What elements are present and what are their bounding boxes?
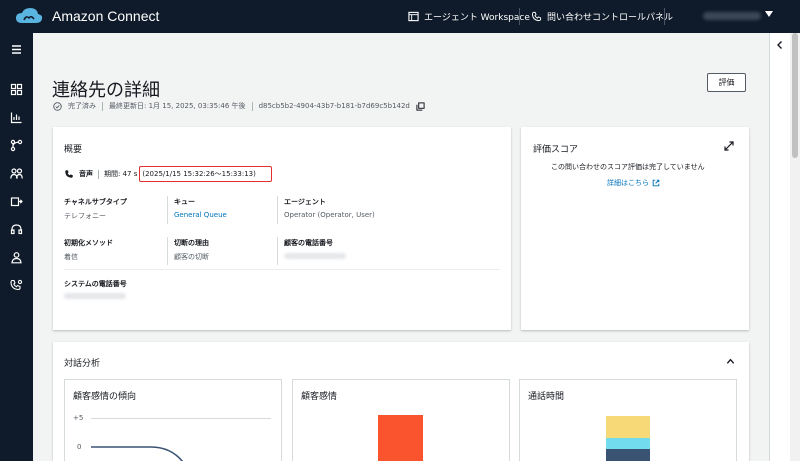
meta-separator [102, 101, 103, 111]
routing-icon[interactable] [10, 139, 23, 152]
trend-tick-top: +5 [73, 414, 84, 422]
highlight-box [139, 166, 272, 182]
user-menu[interactable] [703, 12, 761, 20]
top-bar: Amazon Connect エージェント Workspace 問い合わせコント… [0, 0, 800, 33]
queue-label: キュー [174, 198, 195, 206]
section-divider [64, 269, 500, 270]
users-icon[interactable] [10, 167, 23, 180]
status-text: 完了済み [68, 102, 96, 110]
disconnect-reason-value: 顧客の切断 [174, 253, 209, 261]
page-scrollbar[interactable] [790, 33, 800, 461]
ccp-link[interactable]: 問い合わせコントロールパネル [531, 10, 673, 23]
talk-time-bar-segment [606, 438, 650, 449]
field-divider [167, 237, 168, 265]
system-phone-redacted [64, 293, 126, 299]
field-divider [167, 196, 168, 224]
call-separator [98, 169, 99, 179]
init-method-value: 着信 [64, 253, 78, 261]
user-icon[interactable] [10, 251, 23, 264]
evaluation-score-panel [521, 127, 749, 330]
queue-link[interactable]: General Queue [174, 211, 227, 219]
summary-panel [53, 127, 511, 330]
channels-icon[interactable] [10, 195, 23, 208]
amazon-connect-logo-icon[interactable] [14, 6, 44, 26]
workspace-icon [408, 11, 419, 22]
talk-time-title: 通話時間 [528, 392, 565, 402]
chevron-up-icon[interactable] [726, 357, 735, 366]
ccp-label: 問い合わせコントロールパネル [547, 13, 674, 23]
top-separator [664, 8, 665, 25]
talk-time-bar-segment [606, 449, 650, 461]
analytics-icon[interactable] [10, 111, 23, 124]
field-divider [277, 237, 278, 265]
dashboard-icon[interactable] [10, 83, 23, 96]
sentiment-trend-line [91, 446, 184, 461]
brand-name[interactable]: Amazon Connect [52, 8, 159, 24]
top-separator [519, 8, 520, 25]
user-menu-caret-icon[interactable] [765, 11, 773, 17]
agent-label: エージェント [284, 198, 326, 206]
evaluation-score-message: この問い合わせのスコア評価は完了していません [551, 163, 705, 171]
expand-icon[interactable] [724, 141, 734, 151]
summary-title: 概要 [64, 145, 83, 155]
channel-subtype-label: チャネルサブタイプ [64, 198, 127, 206]
agent-workspace-link[interactable]: エージェント Workspace [408, 10, 530, 23]
channel-subtype-value: テレフォニー [64, 212, 106, 220]
sentiment-trend-title: 顧客感情の傾向 [73, 392, 137, 402]
menu-icon[interactable] [10, 43, 23, 56]
customer-sentiment-title: 顧客感情 [301, 392, 338, 402]
phone-icon [531, 11, 542, 22]
sentiment-bar [378, 415, 423, 461]
evaluate-button[interactable]: 評価 [707, 73, 746, 92]
conversation-analysis-title: 対話分析 [64, 359, 101, 369]
copy-icon[interactable] [416, 101, 425, 111]
channel-type: 音声 [79, 170, 93, 178]
contact-id: d85cb5b2-4904-43b7-b181-b7d69c5b142d [258, 102, 410, 110]
agent-workspace-label: エージェント Workspace [424, 13, 530, 23]
disconnect-reason-label: 切断の理由 [174, 239, 209, 247]
call-duration: 期間: 47 s [104, 170, 138, 178]
details-link[interactable]: 詳細はこちら [607, 178, 660, 188]
phone-settings-icon[interactable] [10, 279, 23, 292]
init-method-label: 初期化メソッド [64, 239, 113, 247]
trend-gridline [91, 418, 271, 419]
customer-phone-redacted [284, 253, 346, 259]
customer-phone-label: 顧客の電話番号 [284, 239, 333, 247]
check-circle-icon [53, 101, 62, 111]
evaluation-score-title: 評価スコア [533, 145, 579, 155]
last-updated: 最終更新日: 1月 15, 2025, 03:35:46 午後 [109, 102, 246, 110]
field-divider [277, 196, 278, 224]
contact-meta: 完了済み 最終更新日: 1月 15, 2025, 03:35:46 午後 d85… [53, 101, 425, 111]
phone-icon [65, 170, 73, 178]
right-rail [769, 33, 790, 461]
details-link-label: 詳細はこちら [607, 179, 649, 187]
page-title: 連絡先の詳細 [52, 80, 160, 101]
talk-time-bar-segment [606, 416, 650, 438]
headset-icon[interactable] [10, 223, 23, 236]
left-nav [0, 33, 33, 461]
meta-separator [251, 101, 253, 111]
trend-tick-zero: 0 [77, 443, 82, 451]
scrollbar-thumb[interactable] [792, 33, 798, 158]
system-phone-label: システムの電話番号 [64, 280, 127, 288]
agent-value: Operator (Operator, User) [284, 211, 375, 219]
chevron-left-icon[interactable] [775, 40, 785, 50]
external-link-icon [652, 179, 660, 187]
